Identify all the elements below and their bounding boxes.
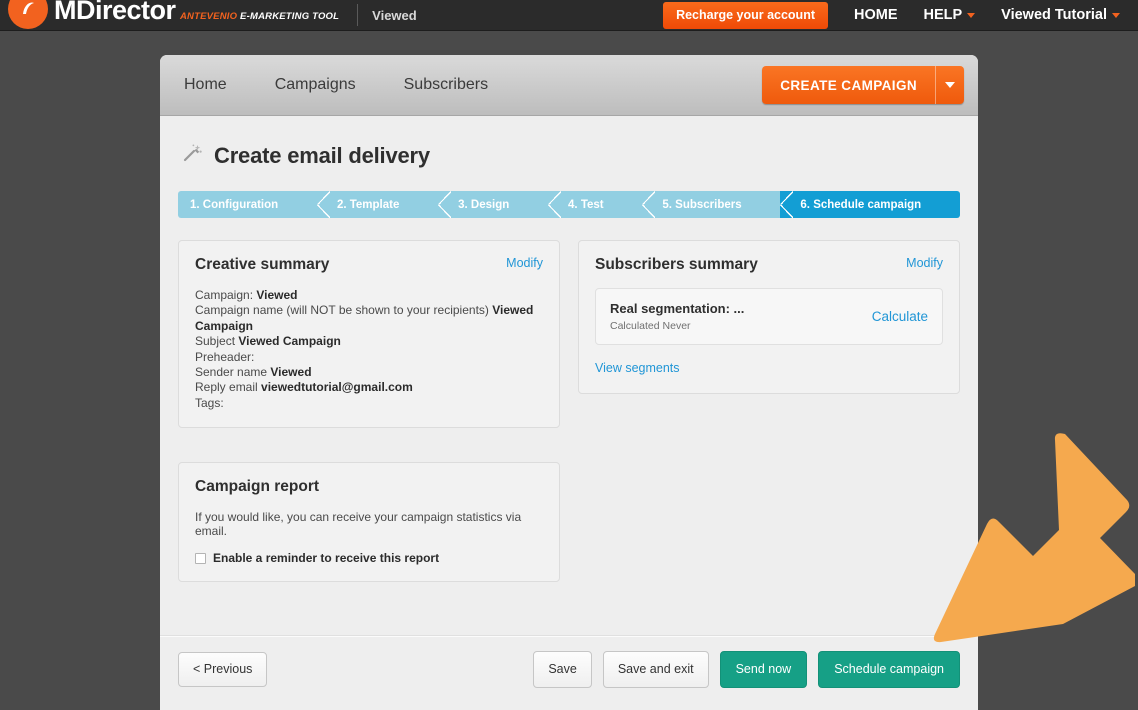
top-nav-links: Recharge your account HOME HELP Viewed T…: [663, 0, 1138, 31]
campaign-report-header: Campaign report: [195, 478, 543, 496]
subscribers-summary-title: Subscribers summary: [595, 256, 758, 273]
creative-summary-panel: Creative summary Modify Campaign: Viewed…: [178, 240, 560, 429]
segmentation-info: Real segmentation: ... Calculated Never: [610, 301, 744, 332]
creative-row-preheader-label: Preheader:: [195, 349, 255, 364]
top-navigation-bar: MDirector ANTEVENIO E-MARKETING TOOL Vie…: [0, 0, 1138, 31]
nav-link-user-tutorial-label: Viewed Tutorial: [1001, 7, 1107, 23]
previous-button[interactable]: < Previous: [178, 652, 268, 687]
creative-summary-modify-link[interactable]: Modify: [506, 256, 543, 270]
save-button[interactable]: Save: [533, 651, 592, 688]
segmentation-title: Real segmentation: ...: [610, 301, 745, 316]
nav-link-home-label: HOME: [854, 7, 898, 23]
page-title: Create email delivery: [181, 142, 960, 169]
footer-divider: [160, 635, 978, 637]
create-campaign-group: CREATE CAMPAIGN: [762, 66, 964, 104]
campaign-report-checkbox-row: Enable a reminder to receive this report: [195, 551, 543, 565]
mdirector-logo-icon: [8, 0, 48, 29]
campaign-report-panel: Campaign report If you would like, you c…: [178, 462, 560, 583]
creative-summary-header: Creative summary Modify: [195, 256, 543, 274]
step-3-design[interactable]: 3. Design: [438, 191, 549, 218]
creative-row-sender-name-label: Sender name: [195, 365, 268, 380]
creative-row-sender-name-value: Viewed: [270, 365, 312, 380]
left-column: Creative summary Modify Campaign: Viewed…: [178, 240, 560, 583]
subscribers-summary-panel: Subscribers summary Modify Real segmenta…: [578, 240, 960, 394]
right-column: Subscribers summary Modify Real segmenta…: [578, 240, 960, 582]
creative-row-preheader: Preheader:: [195, 350, 543, 365]
creative-row-reply-email: Reply email viewedtutorial@gmail.com: [195, 380, 543, 395]
step-6-schedule-campaign[interactable]: 6. Schedule campaign: [780, 191, 960, 218]
subscribers-summary-modify-link[interactable]: Modify: [906, 256, 943, 270]
creative-row-campaign-name: Campaign name (will NOT be shown to your…: [195, 303, 543, 334]
step-2-template[interactable]: 2. Template: [316, 191, 439, 218]
chevron-down-icon: [1112, 12, 1120, 18]
enable-reminder-label[interactable]: Enable a reminder to receive this report: [213, 551, 439, 565]
nav-link-help[interactable]: HELP: [924, 7, 976, 23]
calculate-link[interactable]: Calculate: [872, 309, 928, 324]
creative-row-reply-email-label: Reply email: [195, 380, 258, 395]
nav-link-help-label: HELP: [923, 7, 963, 23]
chevron-down-icon: [967, 12, 976, 18]
step-5-subscribers[interactable]: 5. Subscribers: [642, 191, 781, 218]
schedule-campaign-button[interactable]: Schedule campaign: [818, 651, 960, 688]
recharge-account-button[interactable]: Recharge your account: [663, 1, 828, 29]
enable-reminder-checkbox[interactable]: [195, 552, 206, 564]
creative-row-campaign-value: Viewed: [256, 288, 298, 302]
save-and-exit-button[interactable]: Save and exit: [602, 651, 709, 688]
footer-right-buttons: Save Save and exit Send now Schedule cam…: [533, 651, 960, 688]
tab-campaigns[interactable]: Campaigns: [251, 76, 380, 94]
tab-home[interactable]: Home: [160, 76, 251, 94]
send-now-button[interactable]: Send now: [719, 651, 808, 688]
creative-row-tags: Tags:: [195, 396, 543, 411]
app-toolbar: Home Campaigns Subscribers CREATE CAMPAI…: [160, 55, 978, 116]
view-segments-link[interactable]: View segments: [595, 361, 680, 375]
magic-wand-icon: [181, 142, 203, 169]
logo-tagline-rest: E-MARKETING TOOL: [237, 10, 340, 22]
brand-logo[interactable]: MDirector ANTEVENIO E-MARKETING TOOL: [0, 0, 339, 29]
creative-row-subject-label: Subject: [195, 334, 236, 349]
step-1-configuration[interactable]: 1. Configuration: [178, 191, 317, 218]
creative-row-subject: Subject Viewed Campaign: [195, 334, 543, 349]
footer-actions: < Previous Save Save and exit Send now S…: [178, 651, 960, 688]
page-content: Create email delivery 1. Configuration 2…: [160, 116, 978, 710]
logo-name: MDirector: [54, 0, 176, 25]
summary-columns: Creative summary Modify Campaign: Viewed…: [178, 240, 960, 583]
creative-summary-title: Creative summary: [195, 256, 330, 273]
app-tabs: Home Campaigns Subscribers: [160, 76, 512, 94]
creative-row-sender-name: Sender name Viewed: [195, 365, 543, 380]
creative-row-subject-value: Viewed Campaign: [238, 334, 341, 349]
create-campaign-button[interactable]: CREATE CAMPAIGN: [762, 66, 935, 104]
creative-row-campaign-name-label: Campaign name (will NOT be shown to your…: [195, 303, 489, 318]
create-campaign-dropdown-button[interactable]: [935, 66, 964, 104]
nav-link-home[interactable]: HOME: [854, 7, 898, 23]
nav-link-user-tutorial[interactable]: Viewed Tutorial: [1001, 7, 1120, 23]
subscribers-summary-header: Subscribers summary Modify: [595, 256, 943, 274]
creative-row-tags-label: Tags:: [195, 395, 224, 410]
tab-subscribers[interactable]: Subscribers: [380, 76, 512, 94]
campaign-report-title: Campaign report: [195, 478, 320, 496]
step-4-test[interactable]: 4. Test: [548, 191, 643, 218]
page-title-text: Create email delivery: [214, 142, 430, 168]
creative-row-campaign-label: Campaign:: [195, 288, 254, 302]
campaign-report-description: If you would like, you can receive your …: [195, 510, 522, 539]
wizard-steps: 1. Configuration 2. Template 3. Design 4…: [178, 191, 960, 218]
creative-row-reply-email-value: viewedtutorial@gmail.com: [261, 380, 413, 395]
logo-tagline: ANTEVENIO E-MARKETING TOOL: [180, 11, 339, 22]
application-window: Home Campaigns Subscribers CREATE CAMPAI…: [160, 55, 978, 710]
segmentation-box: Real segmentation: ... Calculated Never …: [595, 288, 943, 345]
logo-tagline-accent: ANTEVENIO: [179, 10, 238, 22]
header-divider: [357, 4, 359, 26]
segmentation-calculated-status: Calculated Never: [610, 320, 691, 332]
account-name: Viewed: [372, 7, 417, 23]
creative-row-campaign: Campaign: Viewed: [195, 288, 543, 303]
creative-summary-rows: Campaign: Viewed Campaign name (will NOT…: [195, 288, 543, 411]
caret-down-icon: [945, 82, 955, 88]
